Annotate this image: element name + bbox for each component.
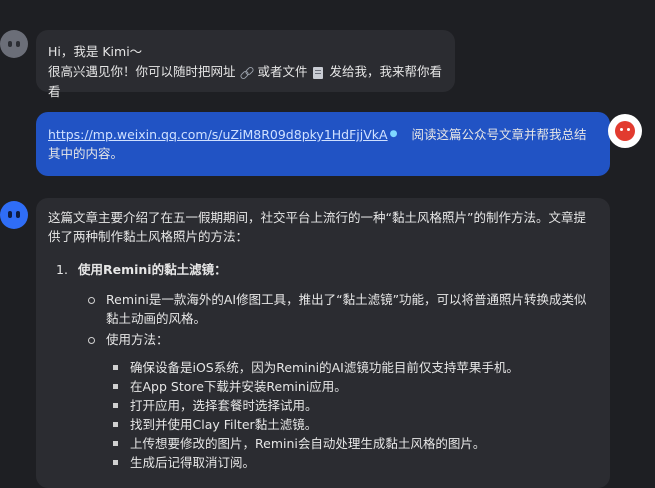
greeting-line-2: 很高兴遇见你！你可以随时把网址 或者文件 发给我，我来帮你看看 xyxy=(48,64,442,99)
usage-label: 使用方法： xyxy=(106,332,169,347)
assistant-answer: 这篇文章主要介绍了在五一假期期间，社交平台上流行的一种“黏土风格照片”的制作方法… xyxy=(36,198,610,488)
method-title: 使用Remini的黏土滤镜： xyxy=(78,262,227,277)
step-item: 上传想要修改的图片，Remini会自动处理生成黏土风格的图片。 xyxy=(106,434,598,453)
file-icon xyxy=(313,66,324,79)
bullet-item: 使用方法： 确保设备是iOS系统，因为Remini的AI滤镜功能目前仅支持苹果手… xyxy=(82,330,598,472)
avatar-eye-left xyxy=(8,211,12,218)
avatar-eye-right xyxy=(16,41,20,47)
method-list: 1. 使用Remini的黏土滤镜： Remini是一款海外的AI修图工具，推出了… xyxy=(48,260,598,472)
link-icon xyxy=(240,66,254,80)
avatar-eye-left xyxy=(8,41,12,47)
bullet-item: Remini是一款海外的AI修图工具，推出了“黏土滤镜”功能，可以将普通照片转换… xyxy=(82,290,598,328)
user-avatar-face xyxy=(615,121,635,141)
article-link[interactable]: https://mp.weixin.qq.com/s/uZiM8R09d8pky… xyxy=(48,127,388,142)
step-item: 生成后记得取消订阅。 xyxy=(106,453,598,472)
link-marker: ● xyxy=(389,129,398,139)
kimi-avatar xyxy=(0,201,28,229)
kimi-avatar-gray xyxy=(0,30,28,58)
step-item: 在App Store下载并安装Remini应用。 xyxy=(106,377,598,396)
step-item: 找到并使用Clay Filter黏土滤镜。 xyxy=(106,415,598,434)
answer-intro: 这篇文章主要介绍了在五一假期期间，社交平台上流行的一种“黏土风格照片”的制作方法… xyxy=(48,210,586,244)
method-number: 1. xyxy=(56,262,68,277)
user-message: https://mp.weixin.qq.com/s/uZiM8R09d8pky… xyxy=(36,112,610,176)
greeting-message: Hi，我是 Kimi～ 很高兴遇见你！你可以随时把网址 或者文件 发给我，我来帮… xyxy=(36,30,455,99)
method-bullets: Remini是一款海外的AI修图工具，推出了“黏土滤镜”功能，可以将普通照片转换… xyxy=(48,290,598,472)
step-item: 打开应用，选择套餐时选择试用。 xyxy=(106,396,598,415)
step-list: 确保设备是iOS系统，因为Remini的AI滤镜功能目前仅支持苹果手机。 在Ap… xyxy=(106,358,598,472)
step-item: 确保设备是iOS系统，因为Remini的AI滤镜功能目前仅支持苹果手机。 xyxy=(106,358,598,377)
greeting-line-1: Hi，我是 Kimi～ xyxy=(48,44,143,59)
avatar-eye-right xyxy=(16,211,20,218)
method-item: 1. 使用Remini的黏土滤镜： Remini是一款海外的AI修图工具，推出了… xyxy=(48,260,598,472)
user-avatar[interactable] xyxy=(608,114,642,148)
